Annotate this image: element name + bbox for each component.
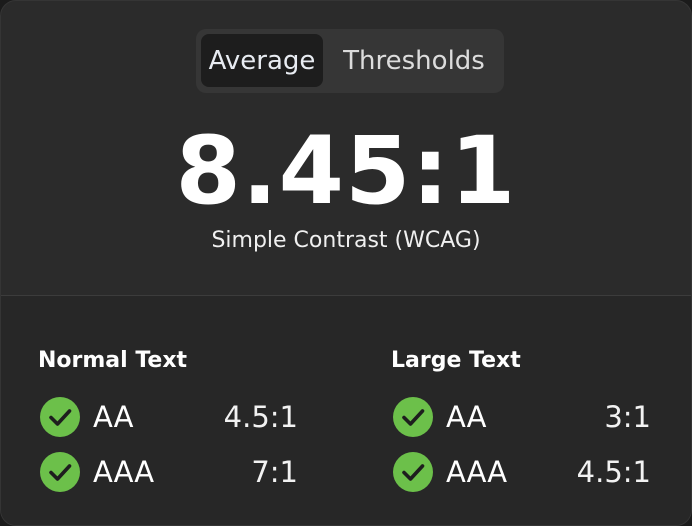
compliance-section: Normal Text AA 4.5:1 AAA 7:1 Large Text	[1, 296, 691, 525]
large-aaa-row: AAA 4.5:1	[393, 451, 651, 493]
tab-thresholds[interactable]: Thresholds	[331, 34, 497, 87]
large-text-title: Large Text	[391, 348, 521, 373]
mode-segmented-control: Average Thresholds	[196, 29, 504, 93]
check-circle-icon	[40, 452, 80, 492]
normal-text-title: Normal Text	[38, 348, 188, 373]
contrast-method-label: Simple Contrast (WCAG)	[211, 228, 481, 253]
check-circle-icon	[393, 397, 433, 437]
contrast-panel: Average Thresholds 8.45:1 Simple Contras…	[0, 0, 692, 526]
threshold-value: 7:1	[251, 455, 298, 489]
large-aa-row: AA 3:1	[393, 396, 651, 438]
level-label: AAA	[446, 455, 508, 489]
level-label: AAA	[93, 455, 155, 489]
normal-aa-row: AA 4.5:1	[40, 396, 298, 438]
level-label: AA	[93, 400, 134, 434]
threshold-value: 3:1	[604, 400, 651, 434]
contrast-ratio: 8.45:1	[175, 117, 517, 226]
threshold-value: 4.5:1	[223, 400, 298, 434]
normal-aaa-row: AAA 7:1	[40, 451, 298, 493]
check-circle-icon	[393, 452, 433, 492]
check-circle-icon	[40, 397, 80, 437]
tab-average[interactable]: Average	[201, 34, 323, 87]
threshold-value: 4.5:1	[576, 455, 651, 489]
ratio-section: Average Thresholds 8.45:1 Simple Contras…	[1, 1, 691, 295]
level-label: AA	[446, 400, 487, 434]
